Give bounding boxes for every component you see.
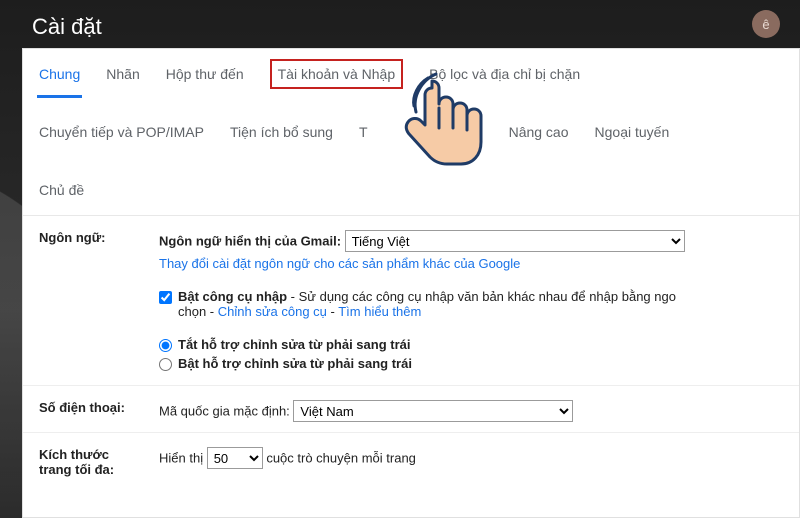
tab-filters[interactable]: Bộ lọc và địa chỉ bị chặn bbox=[429, 63, 580, 85]
section-phone: Số điện thoại: Mã quốc gia mặc định: Việ… bbox=[23, 386, 799, 433]
label-convos-per-page: cuộc trò chuyện mỗi trang bbox=[266, 451, 416, 466]
label-rtl-on: Bật hỗ trợ chỉnh sửa từ phải sang trái bbox=[178, 356, 412, 371]
avatar[interactable]: ê bbox=[752, 10, 780, 38]
ime-label: Bật công cụ nhập bbox=[178, 289, 287, 304]
tab-chat-meet-partial-right[interactable]: à họp bbox=[448, 121, 483, 143]
tab-chat-meet-partial-left[interactable]: T bbox=[359, 121, 368, 143]
link-edit-tools[interactable]: Chỉnh sửa công cụ bbox=[218, 304, 327, 319]
label-language: Ngôn ngữ: bbox=[39, 230, 139, 375]
tab-forwarding-pop-imap[interactable]: Chuyển tiếp và POP/IMAP bbox=[39, 121, 204, 143]
label-show: Hiển thị bbox=[159, 451, 203, 466]
section-page-size: Kích thước trang tối đa: Hiển thị 50 cuộ… bbox=[23, 433, 799, 487]
tab-labels[interactable]: Nhãn bbox=[106, 63, 139, 85]
select-country-code[interactable]: Việt Nam bbox=[293, 400, 573, 422]
ime-desc-line2: chọn - bbox=[178, 304, 218, 319]
settings-card: Chung Nhãn Hộp thư đến Tài khoản và Nhập… bbox=[22, 48, 800, 518]
label-rtl-off: Tắt hỗ trợ chỉnh sửa từ phải sang trái bbox=[178, 337, 410, 352]
label-page-size: Kích thước trang tối đa: bbox=[39, 447, 139, 477]
tab-general[interactable]: Chung bbox=[39, 63, 80, 85]
tab-advanced[interactable]: Nâng cao bbox=[509, 121, 569, 143]
tabs-bar: Chung Nhãn Hộp thư đến Tài khoản và Nhập… bbox=[23, 49, 799, 216]
link-learn-more[interactable]: Tìm hiểu thêm bbox=[338, 304, 421, 319]
select-page-size[interactable]: 50 bbox=[207, 447, 263, 469]
tab-offline[interactable]: Ngoại tuyến bbox=[595, 121, 670, 143]
gmail-display-language-label: Ngôn ngữ hiển thị của Gmail: bbox=[159, 234, 341, 249]
radio-rtl-on[interactable] bbox=[159, 358, 172, 371]
radio-rtl-off[interactable] bbox=[159, 339, 172, 352]
link-change-language-other-products[interactable]: Thay đổi cài đặt ngôn ngữ cho các sản ph… bbox=[159, 256, 520, 271]
tab-addons[interactable]: Tiện ích bổ sung bbox=[230, 121, 333, 143]
ime-text: Bật công cụ nhập - Sử dụng các công cụ n… bbox=[178, 289, 676, 319]
page-title: Cài đặt bbox=[32, 14, 102, 40]
label-phone: Số điện thoại: bbox=[39, 400, 139, 422]
checkbox-enable-ime[interactable] bbox=[159, 291, 172, 304]
section-language: Ngôn ngữ: Ngôn ngữ hiển thị của Gmail: T… bbox=[23, 216, 799, 386]
ime-sep: - bbox=[327, 304, 338, 319]
tab-accounts-import[interactable]: Tài khoản và Nhập bbox=[270, 59, 404, 89]
label-country-code: Mã quốc gia mặc định: bbox=[159, 404, 290, 419]
tab-inbox[interactable]: Hộp thư đến bbox=[166, 63, 244, 85]
tab-themes[interactable]: Chủ đề bbox=[39, 179, 84, 201]
select-display-language[interactable]: Tiếng Việt bbox=[345, 230, 685, 252]
ime-desc-line1: - Sử dụng các công cụ nhập văn bản khác … bbox=[287, 289, 676, 304]
